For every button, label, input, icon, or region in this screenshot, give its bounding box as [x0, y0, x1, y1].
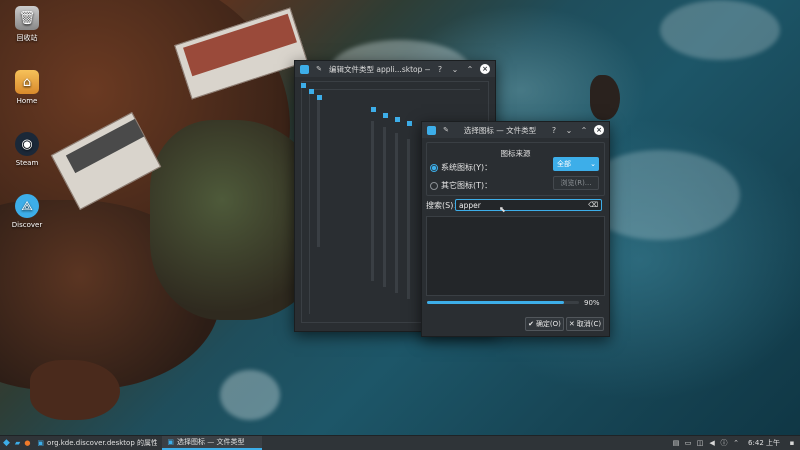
kde-launcher-icon: ◆ [3, 438, 10, 448]
notifications-icon[interactable]: ⓘ [720, 439, 728, 447]
desktop-icon-trash[interactable]: 🗑 回收站 [6, 6, 48, 43]
desktop-icon-label: Home [16, 97, 38, 105]
ghost-icon [309, 89, 314, 94]
chevron-down-icon: ⌄ [590, 160, 596, 168]
desktop-icon-home[interactable]: ⌂ Home [6, 70, 48, 105]
close-icon[interactable]: × [480, 64, 490, 74]
network-icon[interactable]: ◫ [696, 439, 704, 447]
ghost-line [371, 121, 374, 281]
browse-button[interactable]: 浏览(R)... [553, 176, 599, 190]
search-input[interactable]: apper ⌫ [455, 199, 602, 211]
minimize-icon[interactable]: ⌄ [564, 125, 574, 135]
taskbar-task[interactable]: ▣ org.kde.discover.desktop 的属性 ... [32, 436, 162, 450]
maximize-icon[interactable]: ⌃ [579, 125, 589, 135]
radio-unchecked[interactable] [430, 181, 438, 190]
ghost-line [383, 127, 386, 287]
system-icons-radio[interactable]: 系统图标(Y)： [430, 162, 492, 173]
steam-icon: ◉ [15, 132, 39, 156]
ghost-icon [395, 117, 400, 122]
ghost-line [407, 139, 410, 299]
folder-icon: ▰ [14, 439, 21, 447]
check-icon: ✔ [528, 320, 534, 328]
wallpaper-rock [590, 75, 620, 120]
file-types-app-icon: ▣ [167, 438, 175, 446]
firefox-icon: ● [24, 439, 31, 447]
category-value: 全部 [557, 160, 571, 168]
ghost-line [317, 97, 320, 247]
progress-fill [427, 301, 564, 304]
dialog-title: 选择图标 — 文件类型 [463, 125, 537, 135]
expand-tray-icon[interactable]: ⌃ [732, 439, 740, 447]
show-desktop-icon[interactable]: ▪ [788, 439, 796, 447]
desktop-icon-steam[interactable]: ◉ Steam [6, 132, 48, 167]
dialog-titlebar[interactable]: ✎ 选择图标 — 文件类型 ? ⌄ ⌃ × [422, 122, 609, 138]
loading-progress-bar [427, 301, 579, 304]
desktop-icon-discover[interactable]: ⟁ Discover [6, 194, 48, 229]
radio-checked[interactable] [430, 163, 438, 172]
home-folder-icon: ⌂ [15, 70, 39, 94]
system-icons-label: 系统图标(Y)： [441, 163, 493, 172]
ok-button[interactable]: ✔ 确定(O) [525, 317, 564, 331]
wallpaper-foam [220, 370, 280, 420]
ghost-icon [407, 121, 412, 126]
ok-label: 确定(O) [535, 320, 561, 328]
pin-icon[interactable]: ✎ [314, 64, 324, 74]
icon-source-group: 图标来源 系统图标(Y)： 其它图标(T)： 全部 ⌄ 浏览(R)... [426, 142, 605, 196]
desktop-icon-label: 回收站 [16, 34, 38, 42]
cancel-button[interactable]: ✕ 取消(C) [566, 317, 604, 331]
trash-icon: 🗑 [15, 6, 39, 30]
minimize-icon[interactable]: ⌄ [450, 64, 460, 74]
properties-app-icon: ▣ [37, 439, 45, 447]
ghost-icon [317, 95, 322, 100]
window-title: 编辑文件类型 appli...sktop — 文件类型 [329, 64, 430, 74]
app-launcher-button[interactable]: ◆ [0, 436, 13, 450]
storage-icon[interactable]: ▭ [684, 439, 692, 447]
cancel-label: 取消(C) [576, 320, 602, 328]
other-icons-radio[interactable]: 其它图标(T)： [430, 180, 492, 191]
help-icon[interactable]: ? [549, 125, 559, 135]
ghost-icon [371, 107, 376, 112]
app-icon [300, 64, 309, 74]
clipboard-icon[interactable]: ▤ [672, 439, 680, 447]
icon-list[interactable] [426, 216, 605, 296]
cancel-icon: ✕ [568, 320, 575, 328]
task-label: 选择图标 — 文件类型 [177, 438, 245, 446]
help-icon[interactable]: ? [435, 64, 445, 74]
category-combobox[interactable]: 全部 ⌄ [553, 157, 599, 171]
wallpaper-rock [30, 360, 120, 420]
mouse-cursor-icon: ⬉ [499, 205, 506, 214]
desktop-icon-label: Discover [11, 221, 43, 229]
ghost-icon [383, 113, 388, 118]
maximize-icon[interactable]: ⌃ [465, 64, 475, 74]
choose-icon-dialog[interactable]: ✎ 选择图标 — 文件类型 ? ⌄ ⌃ × 图标来源 系统图标(Y)： 其它图标… [421, 121, 610, 337]
clock[interactable]: 6:42 上午 [742, 438, 786, 448]
app-icon [427, 125, 436, 135]
desktop-icon-label: Steam [15, 159, 39, 167]
ghost-icon [301, 83, 306, 88]
taskbar-task-active[interactable]: ▣ 选择图标 — 文件类型 [162, 436, 263, 450]
pin-icon[interactable]: ✎ [441, 125, 451, 135]
taskbar: ◆ ▰ ● ▣ org.kde.discover.desktop 的属性 ...… [0, 435, 800, 450]
wallpaper-foam [660, 0, 780, 60]
progress-text: 90% [584, 299, 600, 307]
firefox-launcher[interactable]: ● [22, 436, 32, 450]
task-label: org.kde.discover.desktop 的属性 ... [47, 439, 158, 447]
discover-icon: ⟁ [15, 194, 39, 218]
clear-text-icon[interactable]: ⌫ [588, 201, 601, 209]
ghost-line [395, 133, 398, 293]
files-launcher[interactable]: ▰ [13, 436, 22, 450]
search-value: apper [459, 200, 481, 210]
window-titlebar[interactable]: ✎ 编辑文件类型 appli...sktop — 文件类型 ? ⌄ ⌃ × [295, 61, 495, 77]
other-icons-label: 其它图标(T)： [441, 181, 493, 190]
volume-icon[interactable]: ◀ [708, 439, 716, 447]
close-icon[interactable]: × [594, 125, 604, 135]
